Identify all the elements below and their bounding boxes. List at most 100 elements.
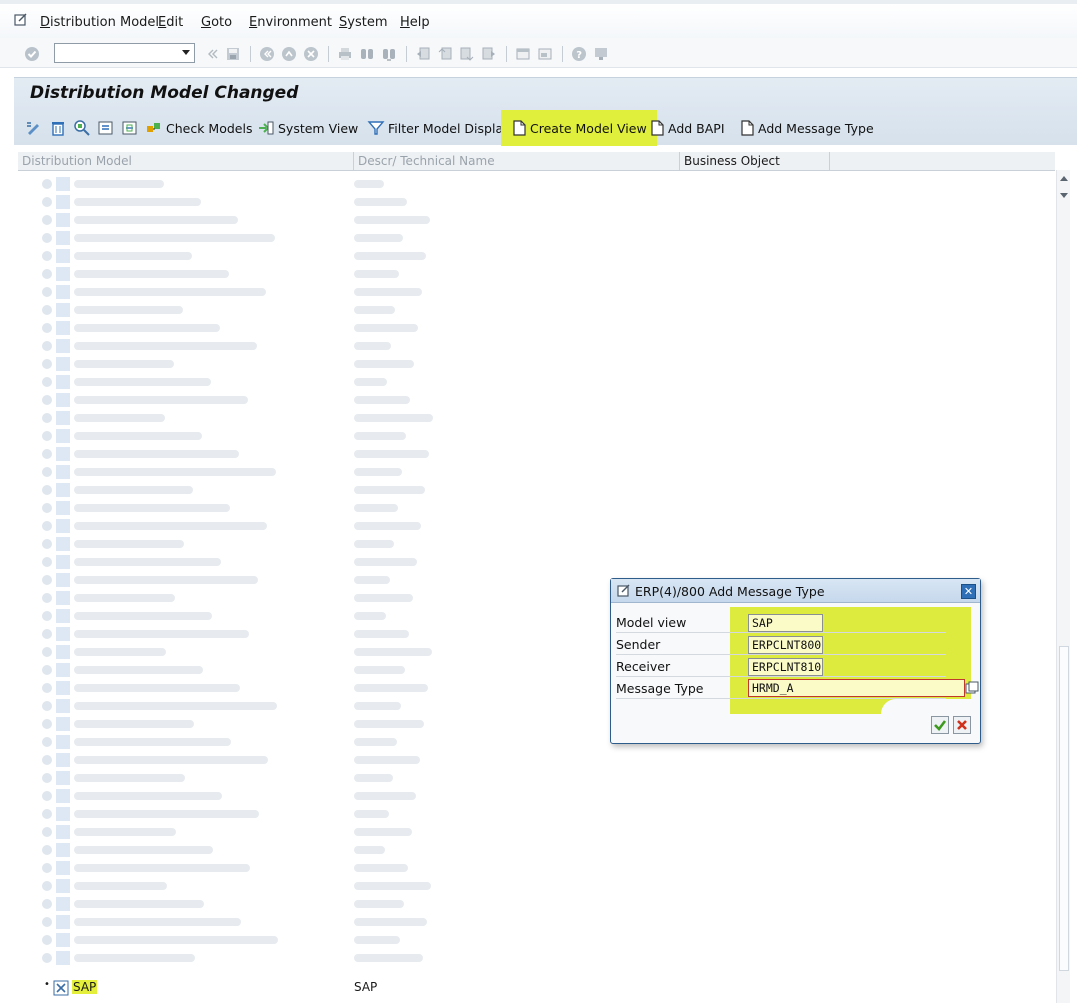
tree-folder-icon bbox=[56, 447, 70, 461]
tree-folder-icon bbox=[56, 609, 70, 623]
chevron-down-icon[interactable] bbox=[182, 50, 190, 55]
details-icon[interactable] bbox=[73, 119, 91, 137]
delete-icon[interactable] bbox=[49, 119, 67, 137]
blurred-row-technical-name bbox=[354, 486, 425, 494]
blurred-row-name bbox=[74, 666, 203, 674]
last-page-icon[interactable] bbox=[481, 46, 497, 62]
add-bapi-button[interactable]: Add BAPI bbox=[649, 110, 725, 146]
confirm-button[interactable] bbox=[931, 716, 949, 734]
blurred-row-technical-name bbox=[354, 342, 391, 350]
blurred-row-name bbox=[74, 414, 165, 422]
menu-environment[interactable]: Environment bbox=[249, 15, 332, 30]
add-message-type-button[interactable]: Add Message Type bbox=[739, 110, 874, 146]
back-icon[interactable] bbox=[259, 46, 275, 62]
find-icon[interactable] bbox=[359, 46, 375, 62]
tree-node-icon bbox=[42, 881, 52, 891]
previous-page-icon[interactable] bbox=[437, 46, 453, 62]
menu-help[interactable]: Help bbox=[400, 15, 430, 30]
menu-bar: Distribution Model Edit Goto Environment… bbox=[0, 0, 1077, 38]
blurred-row-name bbox=[74, 684, 240, 692]
blurred-row-name bbox=[74, 900, 204, 908]
system-menu-icon[interactable] bbox=[14, 13, 28, 27]
blurred-row-name bbox=[74, 198, 201, 206]
tree-node-icon bbox=[42, 467, 52, 477]
command-field[interactable] bbox=[54, 43, 195, 63]
close-icon[interactable]: ✕ bbox=[961, 584, 976, 599]
first-page-icon[interactable] bbox=[415, 46, 431, 62]
cancel-button[interactable] bbox=[953, 716, 971, 734]
tree-folder-icon bbox=[56, 897, 70, 911]
collapse-all-icon[interactable] bbox=[121, 119, 139, 137]
scroll-thumb[interactable] bbox=[1059, 646, 1069, 971]
tree-node-icon bbox=[42, 629, 52, 639]
blurred-row-technical-name bbox=[354, 684, 428, 692]
column-technical-name[interactable]: Descr/ Technical Name bbox=[354, 152, 680, 171]
blurred-row-name bbox=[74, 864, 250, 872]
enter-icon[interactable] bbox=[24, 46, 40, 62]
message-type-field[interactable]: HRMD_A bbox=[748, 679, 965, 697]
shortcut-icon[interactable] bbox=[537, 46, 553, 62]
blurred-row-name bbox=[74, 702, 277, 710]
customize-layout-icon[interactable] bbox=[593, 46, 609, 62]
tree-folder-icon bbox=[56, 663, 70, 677]
column-business-object[interactable]: Business Object bbox=[680, 152, 830, 171]
tree-row-sap[interactable]: • SAP SAP bbox=[40, 978, 1060, 998]
next-page-icon[interactable] bbox=[459, 46, 475, 62]
value-help-icon[interactable] bbox=[965, 681, 979, 695]
tree-node-icon bbox=[42, 503, 52, 513]
tree-folder-icon bbox=[56, 303, 70, 317]
exit-icon[interactable] bbox=[281, 46, 297, 62]
save-icon[interactable] bbox=[225, 46, 241, 62]
receiver-field[interactable]: ERPCLNT810 bbox=[748, 658, 823, 676]
new-session-icon[interactable] bbox=[515, 46, 531, 62]
separator bbox=[328, 46, 329, 62]
blurred-row-name bbox=[74, 720, 194, 728]
blurred-row-technical-name bbox=[354, 702, 401, 710]
tree-folder-icon bbox=[56, 267, 70, 281]
vertical-scrollbar[interactable] bbox=[1056, 170, 1070, 1003]
tree-folder-icon bbox=[56, 843, 70, 857]
scroll-down-icon[interactable] bbox=[1060, 193, 1068, 198]
tree-folder-icon bbox=[56, 735, 70, 749]
filter-model-display-button[interactable]: Filter Model Display bbox=[367, 110, 511, 146]
change-display-icon[interactable] bbox=[25, 119, 43, 137]
message-type-label: Message Type bbox=[616, 681, 704, 696]
menu-system[interactable]: System bbox=[339, 15, 388, 30]
double-left-icon[interactable] bbox=[204, 46, 220, 62]
menu-distribution-model[interactable]: Distribution Model bbox=[40, 15, 159, 30]
blurred-row-name bbox=[74, 792, 222, 800]
system-view-label: System View bbox=[278, 120, 359, 136]
blurred-row-technical-name bbox=[354, 360, 414, 368]
create-model-view-label: Create Model View bbox=[530, 120, 647, 136]
menu-goto[interactable]: Goto bbox=[201, 15, 232, 30]
sender-field[interactable]: ERPCLNT800 bbox=[748, 636, 823, 654]
filter-model-display-label: Filter Model Display bbox=[388, 120, 511, 136]
blurred-row-technical-name bbox=[354, 558, 417, 566]
dialog-system-icon bbox=[617, 584, 630, 597]
scroll-up-icon[interactable] bbox=[1060, 176, 1068, 181]
blurred-row-technical-name bbox=[354, 252, 426, 260]
system-view-button[interactable]: System View bbox=[257, 110, 358, 146]
tree-folder-icon bbox=[56, 807, 70, 821]
tree-node-icon bbox=[42, 665, 52, 675]
tree-node-icon bbox=[42, 287, 52, 297]
tree-node-icon bbox=[42, 233, 52, 243]
model-view-field[interactable]: SAP bbox=[748, 614, 823, 632]
find-next-icon[interactable] bbox=[381, 46, 397, 62]
blurred-row-name bbox=[74, 468, 276, 476]
print-icon[interactable] bbox=[337, 46, 353, 62]
expand-all-icon[interactable] bbox=[97, 119, 115, 137]
cancel-x-icon bbox=[957, 720, 967, 730]
help-icon[interactable]: ? bbox=[571, 46, 587, 62]
blurred-row-name bbox=[74, 612, 212, 620]
tree-folder-icon bbox=[56, 375, 70, 389]
column-distribution-model[interactable]: Distribution Model bbox=[18, 152, 354, 171]
cancel-icon[interactable] bbox=[303, 46, 319, 62]
create-model-view-button[interactable]: Create Model View bbox=[501, 110, 657, 146]
menu-edit[interactable]: Edit bbox=[158, 15, 183, 30]
separator bbox=[562, 46, 563, 62]
blurred-row-technical-name bbox=[354, 918, 427, 926]
dialog-title-bar[interactable]: ERP(4)/800 Add Message Type ✕ bbox=[611, 579, 980, 603]
tree-folder-icon bbox=[56, 861, 70, 875]
check-models-button[interactable]: Check Models bbox=[145, 110, 252, 146]
